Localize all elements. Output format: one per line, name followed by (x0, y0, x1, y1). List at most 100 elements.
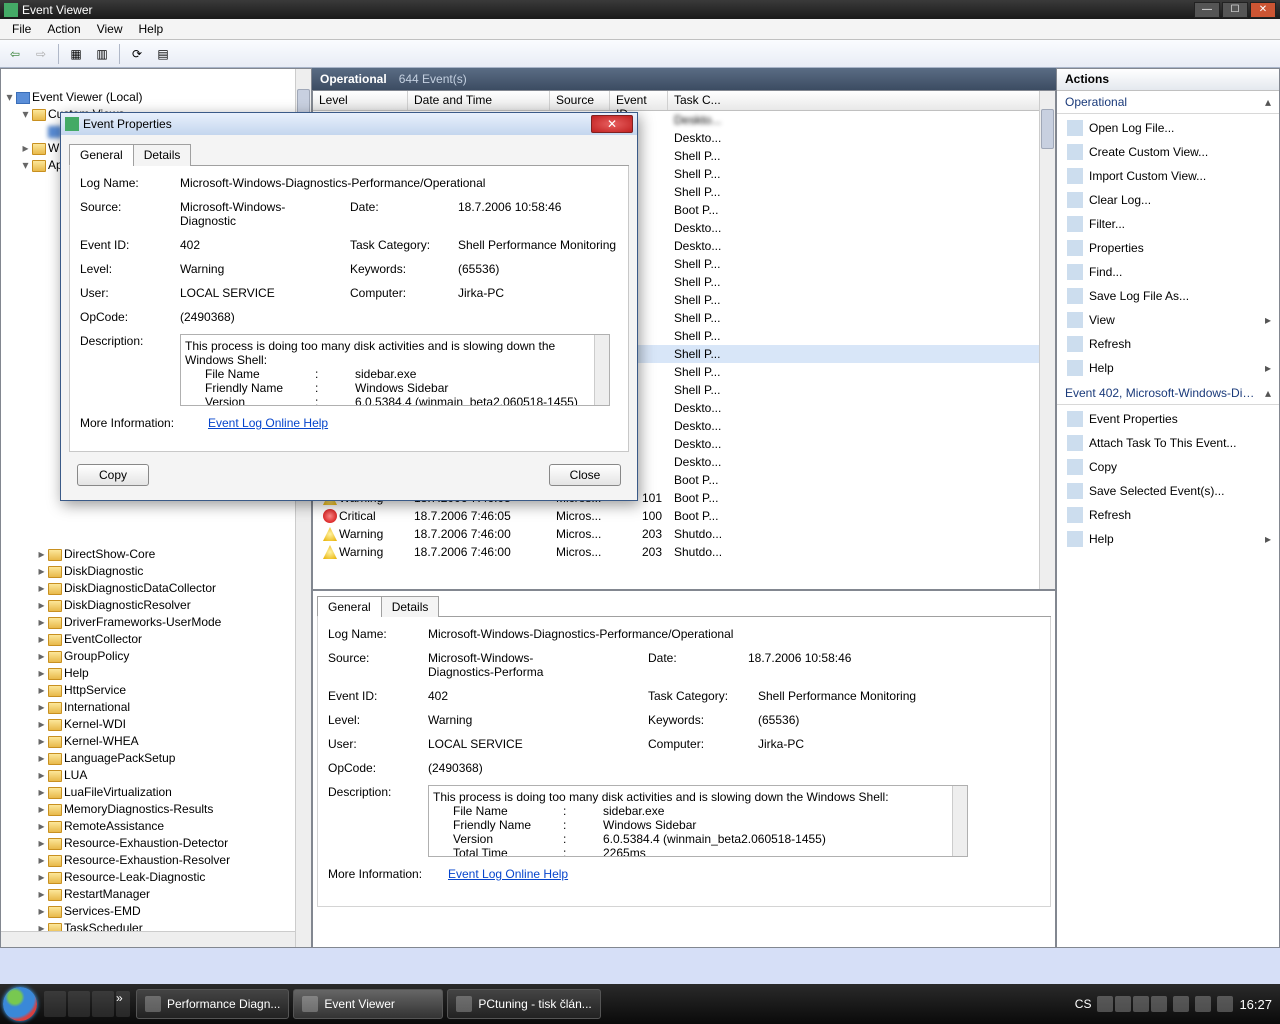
action-item[interactable]: Refresh (1057, 332, 1279, 356)
quicklaunch-item[interactable] (68, 991, 90, 1017)
quicklaunch-item[interactable] (92, 991, 114, 1017)
tree-item[interactable]: ▸RemoteAssistance (37, 818, 311, 835)
refresh-button[interactable]: ⟳ (126, 43, 148, 65)
start-button[interactable] (0, 984, 40, 1024)
tree-item[interactable]: ▸EventCollector (37, 631, 311, 648)
menu-action[interactable]: Action (39, 19, 88, 39)
col-category[interactable]: Task C... (668, 91, 1055, 110)
tree-item[interactable]: ▸DriverFrameworks-UserMode (37, 614, 311, 631)
media-next-icon[interactable] (1151, 996, 1167, 1012)
task-performance[interactable]: Performance Diagn... (136, 989, 289, 1019)
action-item[interactable]: Import Custom View... (1057, 164, 1279, 188)
tree-item[interactable]: ▸LuaFileVirtualization (37, 784, 311, 801)
tray-icon[interactable] (1173, 996, 1189, 1012)
action-item[interactable]: Properties (1057, 236, 1279, 260)
tree-item[interactable]: ▸Kernel-WHEA (37, 733, 311, 750)
action-item[interactable]: Clear Log... (1057, 188, 1279, 212)
action-item[interactable]: Save Selected Event(s)... (1057, 479, 1279, 503)
tray-icon[interactable] (1195, 996, 1211, 1012)
grid-scrollbar[interactable] (1039, 91, 1055, 589)
help-link[interactable]: Event Log Online Help (448, 867, 568, 881)
col-source[interactable]: Source (550, 91, 610, 110)
menu-help[interactable]: Help (131, 19, 172, 39)
tree-item[interactable]: ▸MemoryDiagnostics-Results (37, 801, 311, 818)
minimize-button[interactable]: — (1194, 2, 1220, 18)
action-item[interactable]: Event Properties (1057, 407, 1279, 431)
col-eventid[interactable]: Event ID (610, 91, 668, 110)
tab-details[interactable]: Details (381, 596, 440, 617)
tree-item[interactable]: ▸Kernel-WDI (37, 716, 311, 733)
quicklaunch-chevron[interactable]: » (116, 991, 130, 1017)
table-row[interactable]: Critical18.7.2006 7:46:05Micros...100Boo… (313, 507, 1039, 525)
tree-root[interactable]: Event Viewer (Local) (32, 89, 143, 106)
task-browser[interactable]: PCtuning - tisk člán... (447, 989, 600, 1019)
folder-icon (48, 617, 62, 629)
tree-item[interactable]: ▸DiskDiagnostic (37, 563, 311, 580)
close-button[interactable]: ✕ (1250, 2, 1276, 18)
maximize-button[interactable]: ☐ (1222, 2, 1248, 18)
folder-icon (48, 549, 62, 561)
action-item[interactable]: Find... (1057, 260, 1279, 284)
copy-button[interactable]: Copy (77, 464, 149, 486)
action-item[interactable]: Help▸ (1057, 527, 1279, 551)
dialog-close-button[interactable]: ✕ (591, 115, 633, 133)
tree-item[interactable]: ▸Resource-Leak-Diagnostic (37, 869, 311, 886)
chevron-up-icon[interactable]: ▴ (1265, 95, 1271, 109)
tree-item[interactable]: ▸Resource-Exhaustion-Detector (37, 835, 311, 852)
media-play-icon[interactable] (1115, 996, 1131, 1012)
menu-view[interactable]: View (89, 19, 131, 39)
tree-item[interactable]: ▸HttpService (37, 682, 311, 699)
menu-file[interactable]: File (4, 19, 39, 39)
columns-button[interactable]: ▥ (91, 43, 113, 65)
clock[interactable]: 16:27 (1239, 997, 1272, 1012)
dialog-description-box[interactable]: This process is doing too many disk acti… (180, 334, 610, 406)
table-row[interactable]: Warning18.7.2006 7:46:00Micros...203Shut… (313, 543, 1039, 561)
tree-item[interactable]: ▸LanguagePackSetup (37, 750, 311, 767)
close-dialog-button[interactable]: Close (549, 464, 621, 486)
chevron-right-icon: ▸ (1265, 313, 1271, 327)
tree-item[interactable]: ▸GroupPolicy (37, 648, 311, 665)
forward-button[interactable]: ⇨ (30, 43, 52, 65)
action-item[interactable]: Filter... (1057, 212, 1279, 236)
grid-header[interactable]: Level Date and Time Source Event ID Task… (313, 91, 1055, 111)
action-item[interactable]: Create Custom View... (1057, 140, 1279, 164)
action-item[interactable]: Help▸ (1057, 356, 1279, 380)
tree-item[interactable]: ▸Services-EMD (37, 903, 311, 920)
action-item[interactable]: View▸ (1057, 308, 1279, 332)
tree-item[interactable]: ▸Resource-Exhaustion-Resolver (37, 852, 311, 869)
action-item[interactable]: Save Log File As... (1057, 284, 1279, 308)
tree-item[interactable]: ▸RestartManager (37, 886, 311, 903)
window-titlebar: Event Viewer — ☐ ✕ (0, 0, 1280, 19)
dialog-tab-general[interactable]: General (69, 144, 134, 166)
action-item[interactable]: Refresh (1057, 503, 1279, 527)
tree-item[interactable]: ▸DiskDiagnosticResolver (37, 597, 311, 614)
tab-general[interactable]: General (317, 596, 382, 617)
tree-item[interactable]: ▸DirectShow-Core (37, 546, 311, 563)
tree-item[interactable]: ▸LUA (37, 767, 311, 784)
task-event-viewer[interactable]: Event Viewer (293, 989, 443, 1019)
back-button[interactable]: ⇦ (4, 43, 26, 65)
description-box[interactable]: This process is doing too many disk acti… (428, 785, 968, 857)
tree-hscroll[interactable] (1, 931, 295, 947)
properties-button[interactable]: ▤ (152, 43, 174, 65)
quicklaunch-item[interactable] (44, 991, 66, 1017)
table-row[interactable]: Warning18.7.2006 7:46:00Micros...203Shut… (313, 525, 1039, 543)
volume-icon[interactable] (1217, 996, 1233, 1012)
show-tree-button[interactable]: ▦ (65, 43, 87, 65)
dialog-titlebar[interactable]: Event Properties ✕ (61, 113, 637, 135)
action-item[interactable]: Copy (1057, 455, 1279, 479)
dialog-help-link[interactable]: Event Log Online Help (208, 416, 328, 430)
action-item[interactable]: Open Log File... (1057, 116, 1279, 140)
chevron-up-icon[interactable]: ▴ (1265, 386, 1271, 400)
action-item[interactable]: Attach Task To This Event... (1057, 431, 1279, 455)
media-pause-icon[interactable] (1133, 996, 1149, 1012)
dialog-tab-details[interactable]: Details (133, 144, 192, 166)
tree-item[interactable]: ▸DiskDiagnosticDataCollector (37, 580, 311, 597)
col-date[interactable]: Date and Time (408, 91, 550, 110)
tree-item[interactable]: ▸International (37, 699, 311, 716)
tree-item[interactable]: ▸TaskScheduler (37, 920, 311, 931)
language-indicator[interactable]: CS (1075, 997, 1092, 1011)
media-prev-icon[interactable] (1097, 996, 1113, 1012)
col-level[interactable]: Level (313, 91, 408, 110)
tree-item[interactable]: ▸Help (37, 665, 311, 682)
